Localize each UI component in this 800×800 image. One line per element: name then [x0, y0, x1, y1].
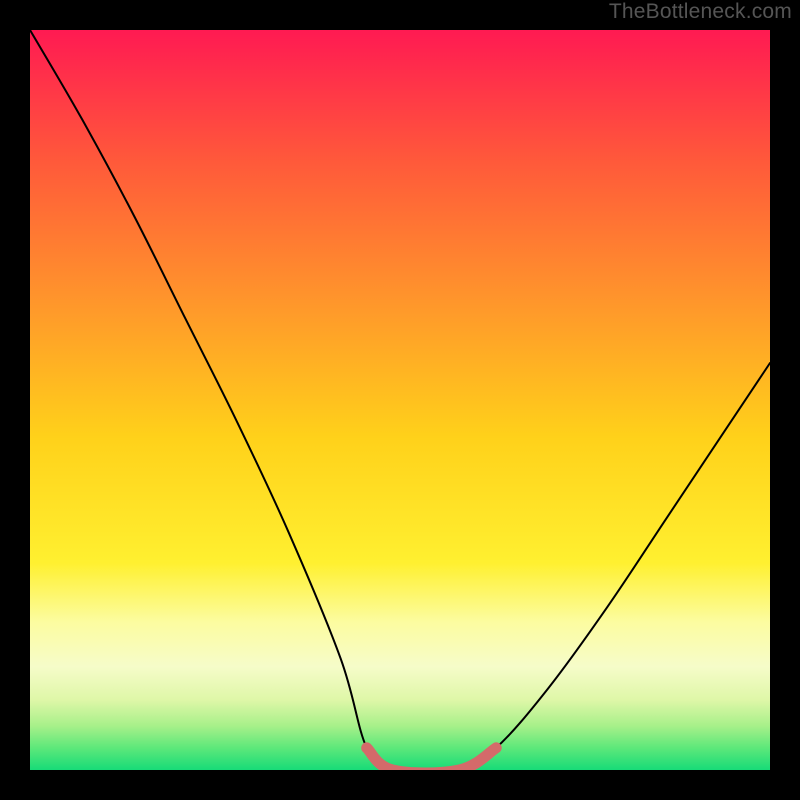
watermark-text: TheBottleneck.com [609, 0, 792, 24]
gradient-rect [30, 30, 770, 770]
chart-frame: TheBottleneck.com [0, 0, 800, 800]
plot-svg [30, 30, 770, 770]
plot-area [30, 30, 770, 770]
